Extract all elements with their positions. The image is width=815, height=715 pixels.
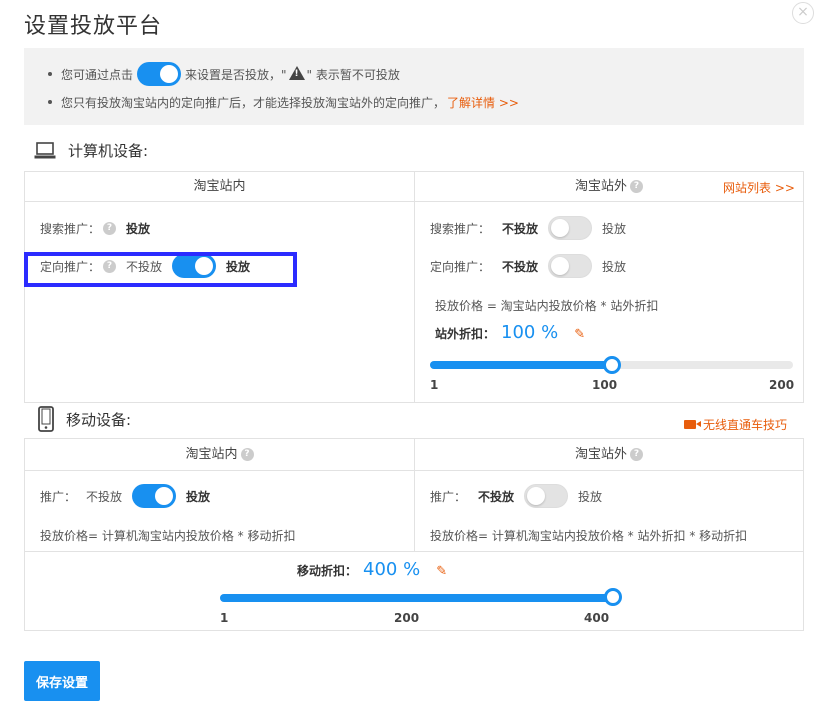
notice-line-1: 您可通过点击 来设置是否投放，" ! " 表示暂不可投放 xyxy=(48,62,400,86)
pc-heading-text: 计算机设备: xyxy=(68,142,149,160)
edit-icon[interactable]: ✎ xyxy=(574,327,585,342)
mobile-slider-min-label: 1 xyxy=(220,611,229,625)
mobile-inside-toggle[interactable] xyxy=(132,484,177,508)
mobile-outside-header-text: 淘宝站外 xyxy=(574,447,627,462)
mobile-discount: 移动折扣： 400 % ✎ xyxy=(297,559,447,580)
mobile-outside-promo-row: 推广： 不投放 投放 xyxy=(430,484,602,508)
mobile-slider-handle[interactable] xyxy=(604,588,622,606)
mobile-heading-text: 移动设备: xyxy=(66,410,132,429)
slider-max-label: 200 xyxy=(769,378,795,392)
pc-outside-search-row: 搜索推广： 不投放 投放 xyxy=(430,216,626,240)
pc-outside-slider-handle[interactable] xyxy=(603,356,621,374)
notice-line1-prefix: 您可通过点击 xyxy=(61,67,134,82)
mobile-section-heading: 移动设备: xyxy=(38,406,131,432)
notice-line-2: 您只有投放淘宝站内的定向推广后，才能选择投放淘宝站外的定向推广， 了解详情 >> xyxy=(48,91,519,113)
mobile-promo-on: 投放 xyxy=(186,489,211,504)
mobile-outside-price-note: 投放价格= 计算机淘宝站内投放价格 * 站外折扣 * 移动折扣 xyxy=(430,529,748,543)
mobile-inside-promo-row: 推广： 不投放 投放 xyxy=(40,484,210,508)
pc-outside-search-toggle[interactable] xyxy=(548,216,593,240)
mobile-promo-label: 推广： xyxy=(40,489,77,504)
mobile-inside-header: 淘宝站内? xyxy=(25,439,414,471)
discount-value: 100 % xyxy=(501,322,559,343)
help-icon[interactable]: ? xyxy=(103,221,117,235)
slider-mid-label: 100 xyxy=(592,378,618,392)
video-icon xyxy=(684,420,701,429)
pc-out-search-off: 不投放 xyxy=(502,221,539,236)
pc-search-label: 搜索推广： xyxy=(40,221,101,236)
pc-section-heading: 计算机设备: xyxy=(34,140,148,161)
mobile-slider-max-label: 400 xyxy=(584,611,610,625)
pc-outside-price-note: 投放价格 = 淘宝站内投放价格 * 站外折扣 xyxy=(435,299,659,313)
mobile-discount-label: 移动折扣： xyxy=(297,564,358,578)
mobile-slider-mid-label: 200 xyxy=(394,611,420,625)
mobile-video-link[interactable]: 无线直通车技巧 xyxy=(684,416,787,433)
mobile-discount-value: 400 % xyxy=(363,559,421,580)
mobile-inside-price-note: 投放价格= 计算机淘宝站内投放价格 * 移动折扣 xyxy=(40,529,296,543)
mobile-out-promo-label: 推广： xyxy=(430,489,467,504)
mobile-out-promo-on: 投放 xyxy=(578,489,603,504)
edit-icon[interactable]: ✎ xyxy=(436,564,447,579)
pc-search-value: 投放 xyxy=(126,221,151,236)
warning-icon: ! xyxy=(288,66,305,80)
help-icon[interactable]: ? xyxy=(630,448,643,461)
pc-outside-target-toggle[interactable] xyxy=(548,254,593,278)
notice-box: 您可通过点击 来设置是否投放，" ! " 表示暂不可投放 您只有投放淘宝站内的定… xyxy=(24,48,804,125)
slider-min-label: 1 xyxy=(430,378,439,392)
close-icon[interactable]: × xyxy=(792,2,814,24)
divider xyxy=(414,171,415,403)
phone-icon xyxy=(38,406,54,432)
notice-line1-suffix: " 表示暂不可投放 xyxy=(306,67,400,82)
pc-out-target-label: 定向推广： xyxy=(430,259,491,274)
bullet-icon xyxy=(48,100,52,104)
notice-line2-text: 您只有投放淘宝站内的定向推广后，才能选择投放淘宝站外的定向推广， xyxy=(61,95,446,110)
pc-inside-header: 淘宝站内 xyxy=(25,172,414,202)
mobile-inside-header-text: 淘宝站内 xyxy=(185,447,238,462)
highlight-box xyxy=(24,252,297,287)
mobile-outside-toggle[interactable] xyxy=(524,484,569,508)
pc-outside-slider-fill xyxy=(430,361,612,369)
help-icon[interactable]: ? xyxy=(630,180,643,193)
video-link-text: 无线直通车技巧 xyxy=(703,418,788,432)
pc-out-target-off: 不投放 xyxy=(502,259,539,274)
divider xyxy=(24,551,804,552)
mobile-slider-fill xyxy=(220,594,613,602)
notice-line1-middle: 来设置是否投放，" xyxy=(185,67,287,82)
mobile-out-promo-off: 不投放 xyxy=(478,489,515,504)
save-button[interactable]: 保存设置 xyxy=(24,661,100,701)
learn-more-link[interactable]: 了解详情 >> xyxy=(447,94,519,111)
bullet-icon xyxy=(48,72,52,76)
mobile-outside-header: 淘宝站外? xyxy=(415,439,803,471)
help-icon[interactable]: ? xyxy=(240,448,254,461)
pc-inside-search-row: 搜索推广： ? 投放 xyxy=(40,216,150,240)
pc-outside-header-text: 淘宝站外 xyxy=(574,179,627,194)
site-list-link[interactable]: 网站列表 >> xyxy=(723,179,795,196)
mobile-promo-off: 不投放 xyxy=(86,489,123,504)
pc-outside-discount: 站外折扣： 100 % ✎ xyxy=(435,322,585,343)
pc-out-search-on: 投放 xyxy=(602,221,627,236)
discount-label: 站外折扣： xyxy=(435,327,496,341)
pc-out-search-label: 搜索推广： xyxy=(430,221,491,236)
pc-outside-target-row: 定向推广： 不投放 投放 xyxy=(430,254,626,278)
pc-out-target-on: 投放 xyxy=(602,259,627,274)
pc-inside-header-text: 淘宝站内 xyxy=(193,179,246,194)
dialog-title: 设置投放平台 xyxy=(24,14,163,39)
toggle-example xyxy=(137,62,182,86)
laptop-icon xyxy=(34,141,56,158)
